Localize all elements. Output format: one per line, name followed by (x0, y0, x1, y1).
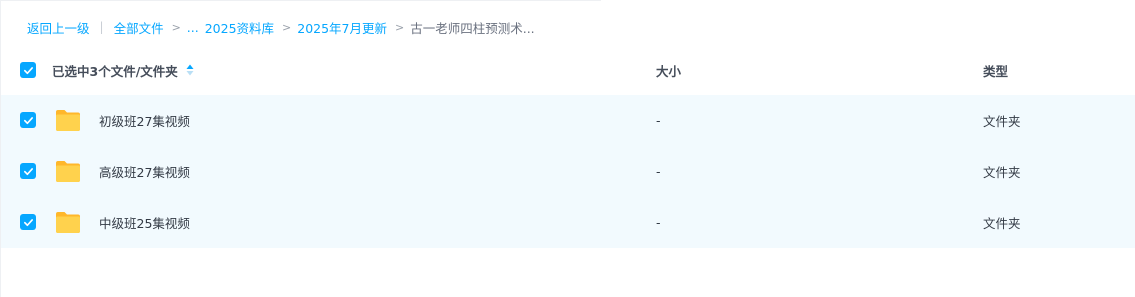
file-type: 文件夹 (983, 216, 1021, 231)
breadcrumb-separator: > (395, 20, 405, 34)
folder-icon (56, 212, 80, 233)
table-row[interactable]: 中级班25集视频 - 文件夹 (1, 197, 1135, 248)
back-link[interactable]: 返回上一级 (27, 18, 90, 37)
file-rows: 初级班27集视频 - 文件夹 高级班27集视频 - 文件夹 中级班25集视频 -… (1, 95, 1135, 248)
file-size: - (656, 164, 661, 179)
breadcrumb-ellipsis[interactable]: ... (187, 20, 199, 35)
breadcrumb-separator: > (171, 20, 181, 34)
file-type: 文件夹 (983, 114, 1021, 129)
check-icon (23, 116, 33, 124)
row-checkbox[interactable] (20, 214, 36, 230)
check-icon (23, 66, 33, 74)
selection-label: 已选中3个文件/文件夹 (52, 63, 178, 79)
file-name[interactable]: 高级班27集视频 (99, 162, 190, 181)
file-name[interactable]: 中级班25集视频 (99, 213, 190, 232)
list-header: 已选中3个文件/文件夹 大小 类型 (1, 52, 1135, 88)
type-column-header[interactable]: 类型 (983, 61, 1008, 80)
table-row[interactable]: 初级班27集视频 - 文件夹 (1, 95, 1135, 146)
row-checkbox[interactable] (20, 163, 36, 179)
breadcrumb-library[interactable]: 2025资料库 (205, 18, 274, 37)
size-column-header[interactable]: 大小 (656, 61, 681, 80)
table-row[interactable]: 高级班27集视频 - 文件夹 (1, 146, 1135, 197)
breadcrumb-divider: | (99, 20, 104, 34)
breadcrumb-update[interactable]: 2025年7月更新 (297, 18, 387, 37)
file-name[interactable]: 初级班27集视频 (99, 111, 190, 130)
row-checkbox[interactable] (20, 112, 36, 128)
file-list-panel: 返回上一级 | 全部文件 > ... 2025资料库 > 2025年7月更新 >… (0, 0, 1135, 297)
check-icon (23, 218, 33, 226)
breadcrumb-current: 古一老师四柱预测术... (410, 20, 535, 36)
select-all-checkbox[interactable] (20, 62, 36, 78)
breadcrumb-separator: > (282, 20, 292, 34)
file-size: - (656, 215, 661, 230)
folder-icon (56, 161, 80, 182)
folder-icon (56, 110, 80, 131)
sort-icon[interactable] (186, 64, 194, 76)
breadcrumb-all-files[interactable]: 全部文件 (114, 18, 164, 37)
file-type: 文件夹 (983, 165, 1021, 180)
selection-count: 已选中3个文件/文件夹 (52, 61, 194, 80)
file-size: - (656, 113, 661, 128)
top-divider (1, 0, 601, 1)
breadcrumb: 返回上一级 | 全部文件 > ... 2025资料库 > 2025年7月更新 >… (27, 18, 535, 36)
check-icon (23, 167, 33, 175)
